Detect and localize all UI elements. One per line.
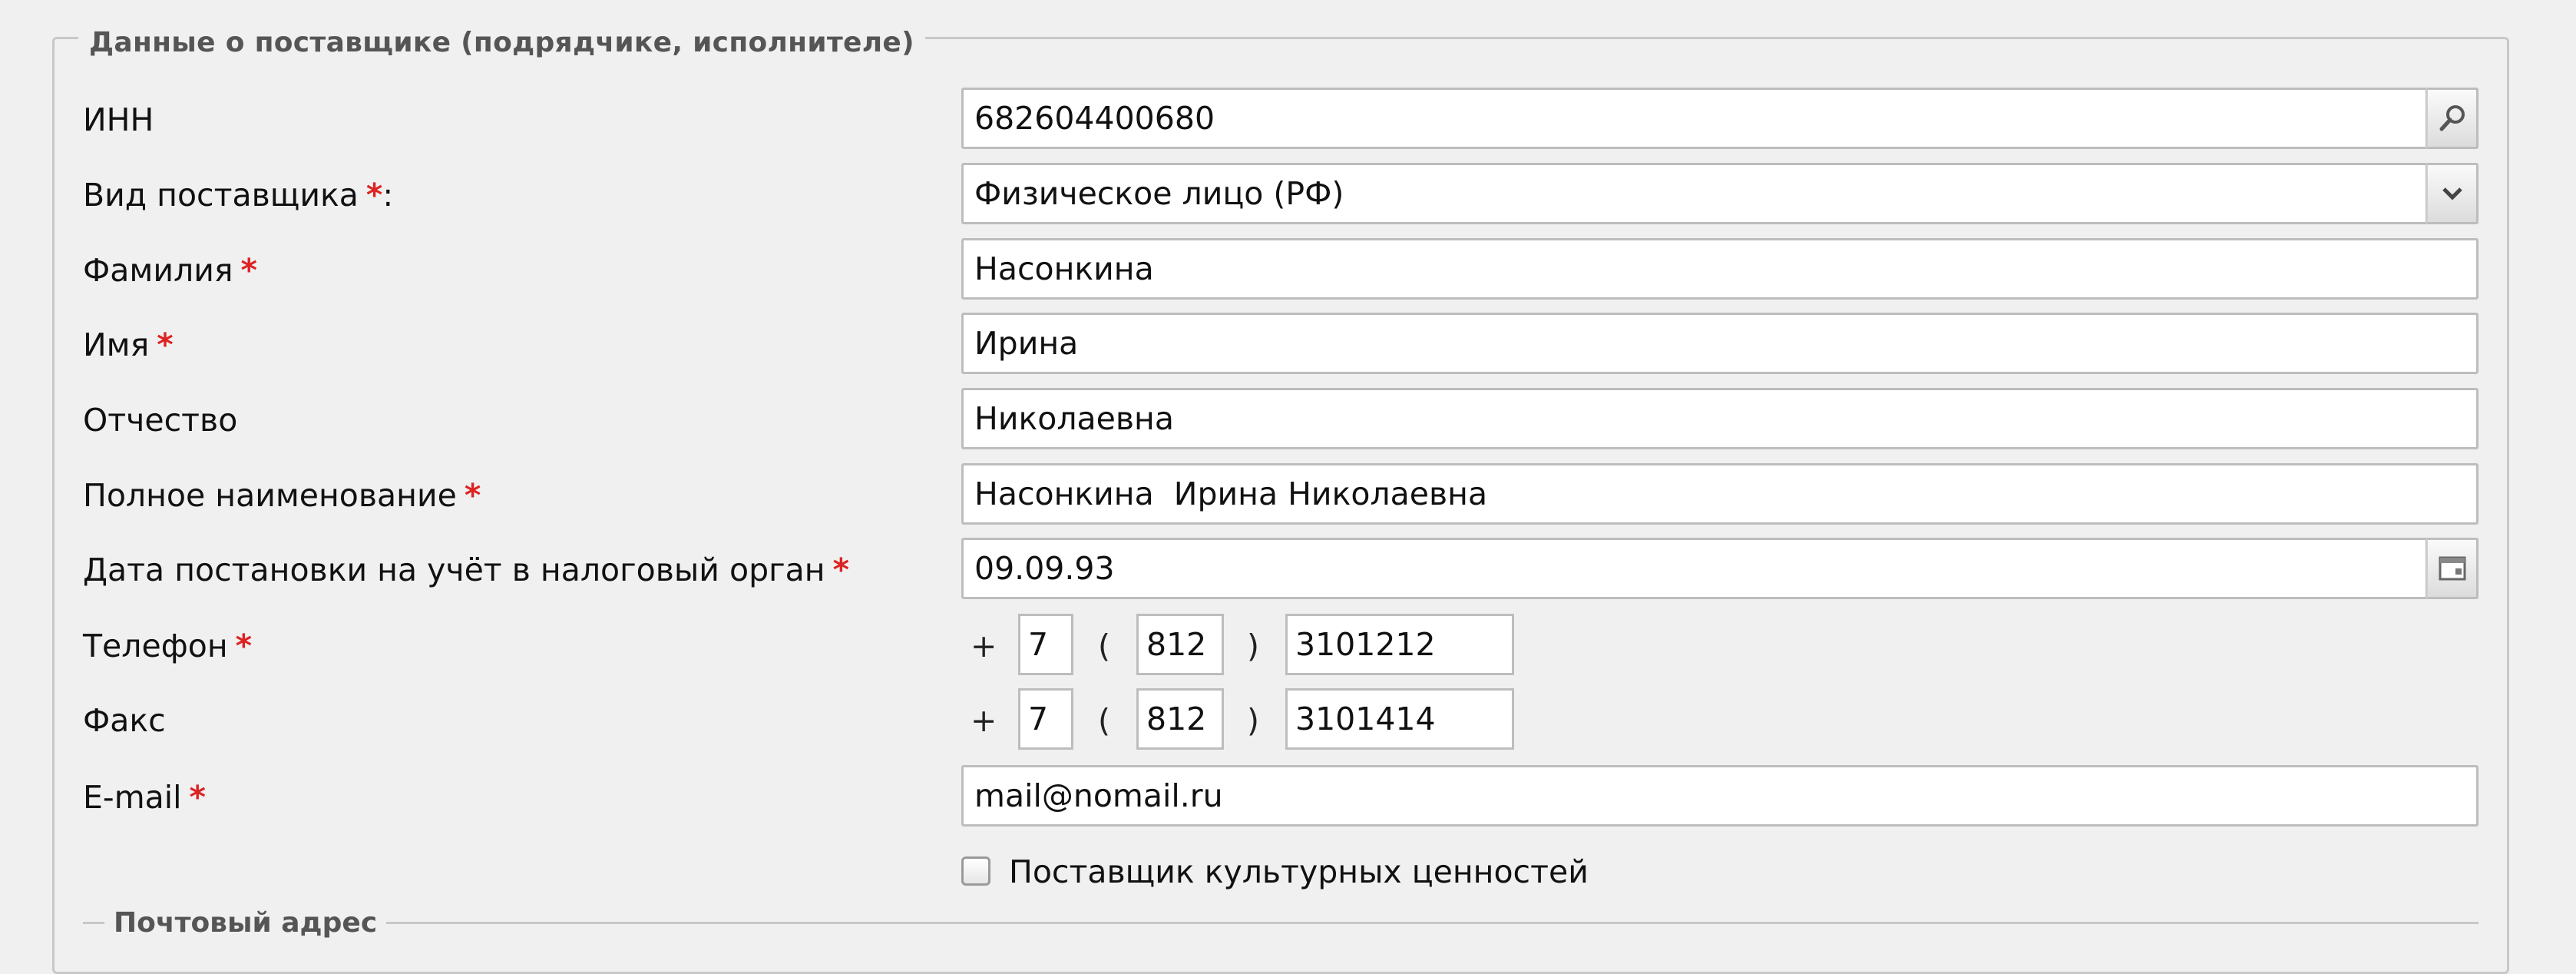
last-name-label: Фамилия * — [83, 252, 257, 289]
phone-close-paren: ) — [1247, 628, 1259, 664]
email-label: E-mail * — [83, 779, 206, 816]
patronymic-row: Отчество — [0, 388, 2576, 452]
chevron-down-icon — [2442, 187, 2462, 200]
calendar-icon — [2439, 556, 2465, 581]
phone-area-input[interactable] — [1136, 614, 1224, 675]
phone-open-paren: ( — [1098, 628, 1110, 664]
supplier-fieldset-legend: Данные о поставщике (подрядчике, исполни… — [78, 26, 925, 60]
postal-fieldset-legend: Почтовый адрес — [104, 906, 387, 940]
phone-number-input[interactable] — [1285, 614, 1514, 675]
tax-date-input[interactable] — [961, 538, 2428, 599]
inn-input[interactable] — [961, 88, 2428, 149]
first-name-row: Имя * — [0, 313, 2576, 377]
inn-search-button[interactable] — [2426, 88, 2478, 149]
full-name-label: Полное наименование * — [83, 477, 481, 514]
fax-country-input[interactable] — [1018, 688, 1073, 750]
cultural-checkbox-label[interactable]: Поставщик культурных ценностей — [1009, 840, 1589, 904]
fax-open-paren: ( — [1098, 702, 1110, 739]
tax-date-label: Дата постановки на учёт в налоговый орга… — [83, 552, 850, 588]
tax-date-picker-button[interactable] — [2426, 538, 2478, 599]
inn-row: ИНН — [0, 88, 2576, 152]
email-input[interactable] — [961, 765, 2478, 827]
cultural-checkbox[interactable] — [961, 856, 990, 886]
patronymic-label: Отчество — [83, 402, 238, 439]
supplier-type-select[interactable] — [961, 163, 2428, 224]
search-icon — [2439, 105, 2465, 131]
inn-label: ИНН — [83, 101, 154, 138]
fax-area-input[interactable] — [1136, 688, 1224, 750]
fax-plus: + — [971, 702, 997, 739]
first-name-input[interactable] — [961, 313, 2478, 374]
phone-plus: + — [971, 628, 997, 664]
full-name-input[interactable] — [961, 463, 2478, 525]
fax-number-input[interactable] — [1285, 688, 1514, 750]
last-name-input[interactable] — [961, 238, 2478, 300]
phone-row: Телефон* + ( ) — [0, 614, 2576, 678]
cultural-row: Поставщик культурных ценностей — [0, 840, 2576, 904]
supplier-type-dropdown-button[interactable] — [2426, 163, 2478, 224]
phone-country-input[interactable] — [1018, 614, 1073, 675]
last-name-row: Фамилия * — [0, 238, 2576, 303]
fax-close-paren: ) — [1247, 702, 1259, 739]
supplier-type-label: Вид поставщика *: — [83, 177, 394, 214]
postal-fieldset — [83, 922, 2478, 970]
supplier-type-row: Вид поставщика *: — [0, 163, 2576, 227]
fax-label: Факс — [83, 702, 166, 739]
email-row: E-mail * — [0, 765, 2576, 830]
patronymic-input[interactable] — [961, 388, 2478, 449]
phone-label: Телефон * — [83, 628, 253, 664]
first-name-label: Имя * — [83, 326, 174, 363]
fax-row: Факс + ( ) — [0, 688, 2576, 753]
full-name-row: Полное наименование * — [0, 463, 2576, 528]
tax-date-row: Дата постановки на учёт в налоговый орга… — [0, 538, 2576, 602]
